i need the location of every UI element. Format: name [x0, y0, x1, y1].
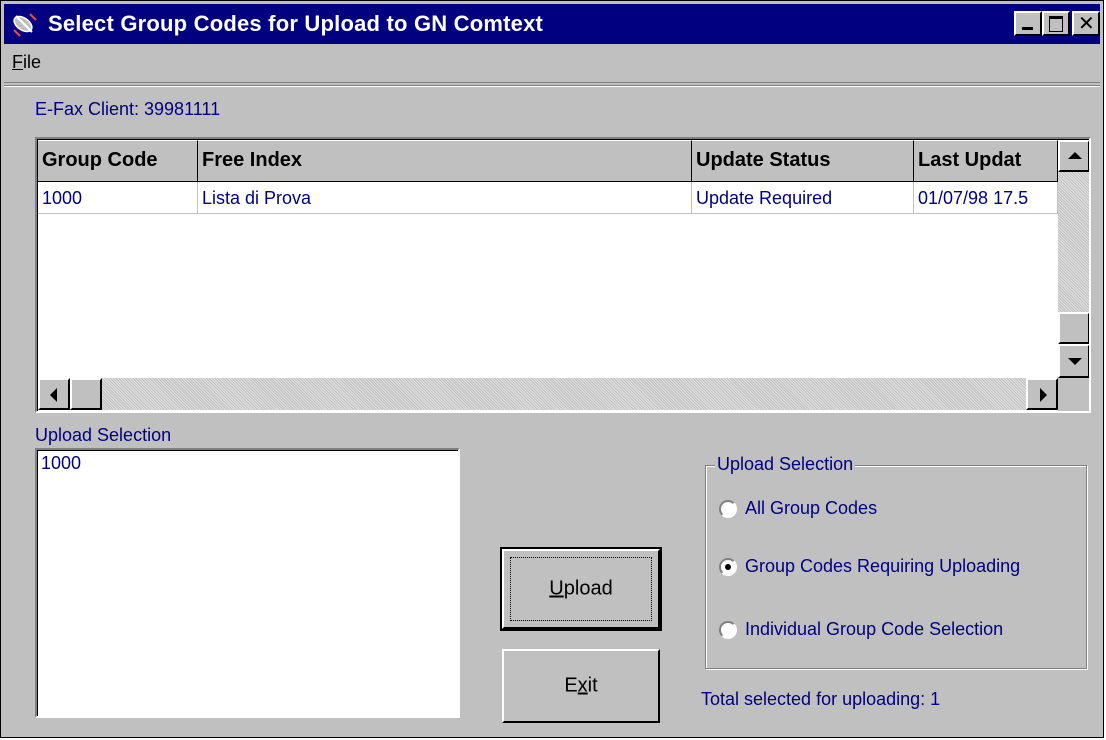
- radio-label: Individual Group Code Selection: [745, 619, 1004, 639]
- scroll-up-button[interactable]: [1058, 140, 1089, 172]
- window-title: Select Group Codes for Upload to GN Comt…: [48, 11, 544, 36]
- radio-button[interactable]: [719, 500, 737, 518]
- upload-options-title: Upload Selection: [715, 454, 856, 475]
- satellite-dish-icon[interactable]: [10, 10, 40, 38]
- group-codes-grid[interactable]: Group Code Free Index Update Status Last…: [35, 137, 1091, 413]
- upload-list-label: Upload Selection: [35, 425, 172, 445]
- exit-button[interactable]: Exit: [502, 649, 660, 723]
- radio-dot-icon: [725, 564, 731, 570]
- vertical-scroll-thumb[interactable]: [1058, 312, 1089, 344]
- scroll-down-button[interactable]: [1058, 344, 1089, 378]
- radio-label: Group Codes Requiring Uploading: [745, 556, 1021, 576]
- exit-mnemonic: x: [577, 674, 588, 697]
- upload-button[interactable]: Upload: [500, 547, 662, 631]
- upload-label-rest: pload: [563, 577, 613, 600]
- scroll-left-button[interactable]: [38, 378, 70, 410]
- cell-group-code[interactable]: 1000: [38, 182, 198, 214]
- menu-bar: File: [4, 46, 1100, 83]
- horizontal-scroll-thumb[interactable]: [70, 378, 102, 410]
- upload-button-label: Upload: [504, 578, 658, 601]
- exit-label-rest: it: [587, 674, 598, 697]
- arrow-right-icon: [1040, 388, 1047, 402]
- scroll-right-button[interactable]: [1026, 378, 1058, 410]
- vertical-scrollbar[interactable]: [1058, 140, 1089, 378]
- cell-last-update[interactable]: 01/07/98 17.5: [914, 182, 1058, 214]
- exit-label-pre: E: [564, 674, 578, 697]
- upload-mnemonic: U: [549, 577, 564, 600]
- maximize-button[interactable]: [1042, 11, 1070, 36]
- arrow-up-icon: [1068, 152, 1082, 159]
- client-label: E-Fax Client: 39981111: [35, 99, 221, 119]
- exit-button-label: Exit: [504, 675, 658, 698]
- table-row[interactable]: 1000 Lista di Prova Update Required 01/0…: [38, 182, 1058, 214]
- list-item[interactable]: 1000: [41, 453, 81, 474]
- close-button[interactable]: ✕: [1072, 11, 1100, 36]
- menu-file-mnemonic: F: [12, 52, 23, 72]
- radio-button-selected[interactable]: [719, 558, 737, 576]
- cell-update-status[interactable]: Update Required: [692, 182, 914, 214]
- arrow-down-icon: [1068, 358, 1082, 365]
- column-header-update-status[interactable]: Update Status: [692, 140, 914, 182]
- scrollbar-corner: [1058, 378, 1089, 411]
- main-window: Select Group Codes for Upload to GN Comt…: [0, 0, 1104, 738]
- menu-file-rest: ile: [23, 52, 42, 72]
- radio-label: All Group Codes: [745, 498, 878, 518]
- column-header-last-update[interactable]: Last Updat: [914, 140, 1058, 182]
- cell-free-index[interactable]: Lista di Prova: [198, 182, 692, 214]
- title-bar[interactable]: Select Group Codes for Upload to GN Comt…: [4, 4, 1100, 44]
- horizontal-scrollbar[interactable]: [38, 378, 1058, 410]
- upload-selection-listbox[interactable]: 1000: [35, 448, 460, 718]
- column-header-free-index[interactable]: Free Index: [198, 140, 692, 182]
- radio-button[interactable]: [719, 621, 737, 639]
- menu-separator: [4, 85, 1100, 87]
- close-icon: ✕: [1078, 13, 1095, 35]
- arrow-left-icon: [50, 388, 57, 402]
- minimize-button[interactable]: [1014, 11, 1042, 36]
- column-header-group-code[interactable]: Group Code: [38, 140, 198, 182]
- menu-file[interactable]: File: [12, 52, 41, 73]
- total-selected-text: Total selected for uploading: 1: [701, 689, 941, 709]
- grid-header: Group Code Free Index Update Status Last…: [38, 140, 1058, 182]
